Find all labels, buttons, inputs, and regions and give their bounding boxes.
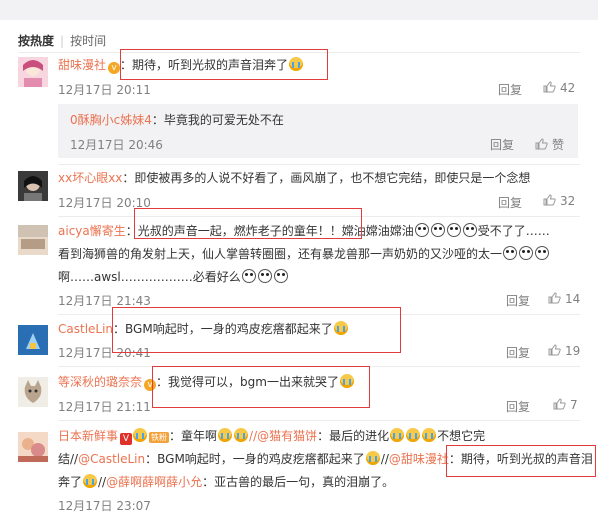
like-count: 19 (565, 344, 581, 358)
divider (58, 420, 580, 421)
comment-text: // (380, 452, 389, 466)
mention-link[interactable]: @CastleLin (78, 452, 145, 466)
like-button[interactable]: 14 (548, 292, 580, 306)
like-count: 32 (560, 194, 576, 208)
comment-author[interactable]: 甜味漫社 (58, 58, 106, 72)
reply-button[interactable]: 回复 (506, 344, 530, 361)
comment-text: 受不了了…… (477, 224, 550, 238)
comment-time: 12月17日 20:46 (70, 138, 163, 152)
sort-by-hot[interactable]: 按热度 (18, 34, 54, 48)
avatar[interactable] (18, 57, 48, 87)
crying-emoji-icon (422, 428, 437, 442)
reply-button[interactable]: 回复 (498, 194, 522, 211)
avatar[interactable] (18, 432, 48, 462)
comment-text: // (98, 475, 107, 489)
thumbs-up-icon (543, 81, 556, 93)
reply-button[interactable]: 回复 (498, 81, 522, 98)
verified-badge-icon: V (120, 433, 133, 445)
comment-author[interactable]: aicya懈寄生 (58, 224, 126, 238)
reply-button[interactable]: 回复 (506, 292, 530, 309)
comment-author[interactable]: xx坏心眼xx (58, 171, 122, 185)
comment-3: xx坏心眼xx：即使被再多的人说不好看了，画风崩了，也不想它完结，即使只是一个念… (58, 168, 578, 189)
crying-emoji-icon (83, 474, 98, 488)
like-label: 赞 (552, 138, 565, 152)
mention-link[interactable]: //@猫有猫饼 (249, 429, 317, 443)
comment-time: 12月17日 23:07 (58, 499, 151, 513)
like-count: 7 (570, 398, 578, 412)
like-button[interactable]: 赞 (535, 136, 564, 153)
comment-4-line-3: 啊……awsl………………必看好么 (58, 267, 578, 288)
reply-button[interactable]: 回复 (490, 136, 514, 153)
comment-text: ：亚古兽的最后一句，真的泪崩了。 (202, 475, 395, 489)
comment-text: 奔了 (58, 475, 83, 489)
comment-text: ：童年啊 (169, 429, 218, 443)
mention-link[interactable]: @甜味漫社 (389, 452, 449, 466)
panda-emoji-icon (257, 269, 272, 283)
panda-emoji-icon (414, 223, 429, 237)
avatar[interactable] (18, 377, 48, 407)
highlight-box (134, 208, 362, 239)
crying-emoji-icon (406, 428, 421, 442)
comment-author[interactable]: 0酥胸小c姊妹4 (70, 113, 152, 127)
like-button[interactable]: 42 (543, 81, 575, 95)
like-count: 14 (565, 292, 581, 306)
avatar[interactable] (18, 325, 48, 355)
like-button[interactable]: 19 (548, 344, 580, 358)
comment-author[interactable]: CastleLin (58, 322, 113, 336)
thumbs-up-icon (553, 398, 566, 410)
thumbs-up-icon (543, 194, 556, 206)
panda-emoji-icon (241, 269, 256, 283)
crying-emoji-icon (390, 428, 405, 442)
highlight-box (446, 445, 596, 477)
sort-by-time[interactable]: 按时间 (70, 34, 106, 48)
comment-text: 啊……awsl………………必看好么 (58, 270, 241, 284)
comment-2: 0酥胸小c姊妹4：毕竟我的可爱无处不在 (70, 110, 578, 131)
sort-divider: | (60, 34, 65, 48)
avatar[interactable] (18, 171, 48, 201)
comment-7: 日本新鲜事 V 铁粉 ：童年啊 //@猫有猫饼：最后的进化 不想它完 (58, 426, 578, 447)
thumbs-up-icon (535, 138, 548, 150)
thumbs-up-icon (548, 344, 561, 356)
crying-emoji-icon (133, 428, 148, 442)
crying-emoji-icon (365, 451, 380, 465)
comment-text: ：毕竟我的可爱无处不在 (151, 113, 284, 127)
highlight-box (152, 366, 370, 408)
like-button[interactable]: 7 (553, 398, 578, 412)
comment-text: ：BGM响起时，一身的鸡皮疙瘩都起来了 (145, 452, 365, 466)
comment-4-line-2: 看到海狮兽的角发射上天，仙人掌兽转圈圈，还有暴龙兽那一声奶奶的又沙哑的太一 (58, 244, 578, 265)
comment-text: 结// (58, 452, 79, 466)
sort-bar: 按热度 | 按时间 (18, 33, 106, 49)
reply-button[interactable]: 回复 (506, 398, 530, 415)
divider (58, 164, 580, 165)
like-button[interactable]: 32 (543, 194, 575, 208)
comment-text: 不想它完 (437, 429, 486, 443)
panda-emoji-icon (430, 223, 445, 237)
comment-author[interactable]: 日本新鲜事 (58, 429, 118, 443)
crying-emoji-icon (218, 428, 233, 442)
comment-text: ：最后的进化 (317, 429, 390, 443)
fan-badge: 铁粉 (149, 432, 170, 443)
like-count: 42 (560, 81, 576, 95)
verified-badge-icon: v (108, 62, 121, 74)
comment-time: 12月17日 21:11 (58, 400, 151, 414)
mention-link[interactable]: @薛啊薛啊薛小允 (106, 475, 202, 489)
panda-emoji-icon (535, 246, 550, 260)
avatar[interactable] (18, 225, 48, 255)
panda-emoji-icon (446, 223, 461, 237)
comment-time: 12月17日 20:11 (58, 83, 151, 97)
comment-text: 看到海狮兽的角发射上天，仙人掌兽转圈圈，还有暴龙兽那一声奶奶的又沙哑的太一 (58, 247, 503, 261)
thumbs-up-icon (548, 292, 561, 304)
highlight-box (120, 49, 328, 80)
comment-author[interactable]: 等深秋的璐奈奈 (58, 375, 142, 389)
highlight-box (112, 307, 401, 353)
crying-emoji-icon (234, 428, 249, 442)
comment-text: ：即使被再多的人说不好看了，画风崩了，也不想它完结，即使只是一个念想 (122, 171, 531, 185)
top-strip (0, 0, 598, 20)
panda-emoji-icon (519, 246, 534, 260)
panda-emoji-icon (503, 246, 518, 260)
panda-emoji-icon (273, 269, 288, 283)
panda-emoji-icon (462, 223, 477, 237)
